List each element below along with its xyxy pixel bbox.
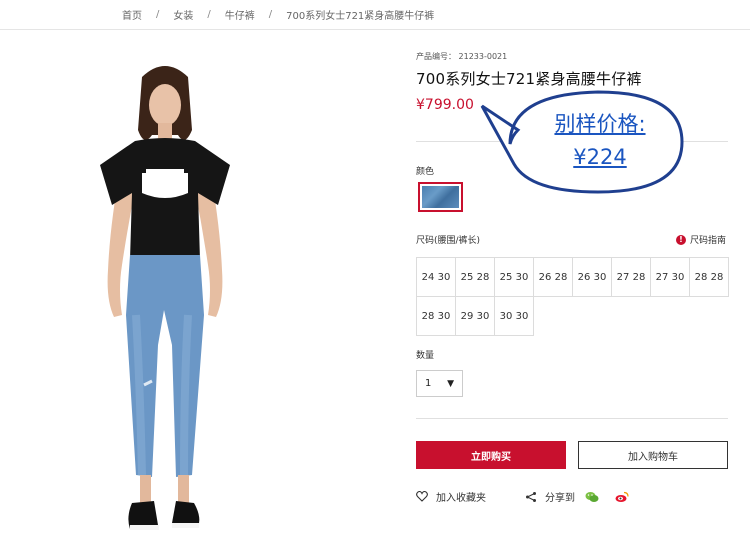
product-image[interactable] [80,55,250,545]
color-swatch-selected[interactable] [418,182,463,212]
breadcrumb-separator: / [268,9,273,20]
weibo-icon[interactable] [615,491,629,503]
size-option[interactable]: 28 30 [416,296,456,336]
size-option[interactable]: 28 28 [689,257,729,297]
size-option[interactable]: 29 30 [455,296,495,336]
color-label: 颜色 [416,167,435,177]
breadcrumb-separator: / [207,9,211,20]
size-option[interactable]: 30 30 [494,296,534,336]
quantity-value: 1 [425,378,432,389]
size-option[interactable]: 25 28 [455,257,495,297]
heart-icon [416,491,428,502]
add-favorite-label: 加入收藏夹 [436,493,486,504]
callout-price-value[interactable]: ¥224 [510,145,690,169]
wechat-icon[interactable] [585,491,599,503]
size-option[interactable]: 24 30 [416,257,456,297]
size-option[interactable]: 27 28 [611,257,651,297]
share-label: 分享到 [545,493,575,504]
share-group: 分享到 [525,489,637,504]
product-sku: 产品编号： 21233-0021 [416,52,508,61]
size-option[interactable]: 26 28 [533,257,573,297]
breadcrumb: 首页 / 女装 / 牛仔裤 / 700系列女士721紧身高腰牛仔裤 [122,7,434,22]
add-to-cart-button[interactable]: 加入购物车 [578,441,728,469]
section-divider [416,418,728,419]
alert-icon: ! [676,234,686,245]
add-favorite-link[interactable]: 加入收藏夹 [416,489,486,504]
size-guide-link[interactable]: ! 尺码指南 [676,233,726,246]
header-divider [0,29,750,30]
size-options: 24 30 25 28 25 30 26 28 26 30 27 28 27 3… [416,257,729,336]
size-label: 尺码(腰围/裤长) [416,236,481,246]
quantity-label: 数量 [416,351,435,361]
size-option[interactable]: 25 30 [494,257,534,297]
size-option[interactable]: 27 30 [650,257,690,297]
product-price: ¥799.00 [416,97,474,113]
size-option[interactable]: 26 30 [572,257,612,297]
buy-now-button[interactable]: 立即购买 [416,441,566,469]
share-icon [526,491,536,502]
breadcrumb-home[interactable]: 首页 [122,7,142,22]
breadcrumb-jeans[interactable]: 牛仔裤 [225,7,255,22]
callout-price-label[interactable]: 别样价格: [510,108,690,138]
size-guide-label: 尺码指南 [690,236,727,246]
price-callout-bubble [480,90,684,194]
quantity-select[interactable]: 1 ▼ [416,370,463,397]
breadcrumb-women[interactable]: 女装 [173,7,193,22]
breadcrumb-current: 700系列女士721紧身高腰牛仔裤 [286,11,435,22]
swatch-fill [422,186,459,208]
breadcrumb-separator: / [156,9,160,20]
caret-down-icon: ▼ [447,378,454,389]
